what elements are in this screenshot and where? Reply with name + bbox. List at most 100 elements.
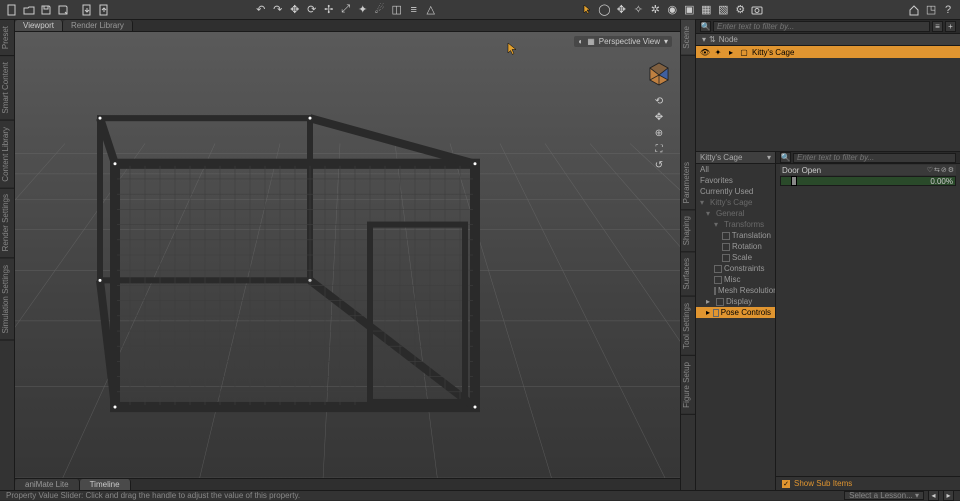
param-group-pose-controls[interactable]: ▸Pose Controls bbox=[696, 307, 775, 318]
aim-tool[interactable]: ▦ bbox=[698, 2, 714, 18]
render-settings-button[interactable]: ⚙ bbox=[732, 2, 748, 18]
camera-dropdown-icon[interactable]: ▾ bbox=[664, 37, 668, 46]
viewport[interactable]: ◐ ▦ Perspective View ▾ ⟲ ✥ ⊕ bbox=[15, 32, 680, 478]
open-file-button[interactable] bbox=[21, 2, 37, 18]
scene-tab[interactable]: Scene bbox=[681, 20, 695, 56]
active-pose-tool[interactable]: ☄ bbox=[372, 2, 388, 18]
node-select-tool[interactable]: ✥ bbox=[287, 2, 303, 18]
reset-view-button[interactable]: ↺ bbox=[652, 158, 666, 172]
param-group-misc[interactable]: Misc bbox=[696, 274, 775, 285]
parameter-slider[interactable]: 0.00% bbox=[780, 176, 956, 186]
param-group-kitty-s-cage[interactable]: ▾Kitty's Cage bbox=[696, 197, 775, 208]
param-group-constraints[interactable]: Constraints bbox=[696, 263, 775, 274]
lock-icon[interactable]: ⇆ bbox=[934, 166, 940, 174]
redo-button[interactable]: ↷ bbox=[270, 2, 286, 18]
translate-tool[interactable]: ✢ bbox=[321, 2, 337, 18]
camera-label[interactable]: Perspective View bbox=[599, 37, 660, 46]
param-group-mesh-resolution[interactable]: Mesh Resolution bbox=[696, 285, 775, 296]
save-as-button[interactable] bbox=[55, 2, 71, 18]
move-viewport-tool[interactable]: ✥ bbox=[613, 2, 629, 18]
settings-icon[interactable]: ⚙ bbox=[948, 166, 954, 174]
timeline-tab[interactable]: Timeline bbox=[80, 479, 131, 490]
frame-button[interactable]: ⛶ bbox=[652, 142, 666, 156]
expand-icon[interactable]: ▸ bbox=[726, 47, 736, 57]
eye-icon[interactable]: 👁 bbox=[700, 47, 710, 57]
camera-tool[interactable]: ▣ bbox=[681, 2, 697, 18]
scene-filter-input[interactable] bbox=[713, 21, 930, 32]
help-button[interactable]: ? bbox=[940, 2, 956, 18]
param-group-currently-used[interactable]: Currently Used bbox=[696, 186, 775, 197]
slider-handle[interactable] bbox=[791, 176, 797, 186]
import-button[interactable] bbox=[79, 2, 95, 18]
favorite-icon[interactable]: ♡ bbox=[927, 166, 933, 174]
viewport-tab[interactable]: Viewport bbox=[15, 20, 63, 31]
scene-tree: 👁 ✦ ▸ ▢ Kitty's Cage bbox=[696, 46, 960, 151]
filter-options-button[interactable]: ≡ bbox=[932, 21, 943, 32]
undo-button[interactable]: ↶ bbox=[253, 2, 269, 18]
new-file-button[interactable] bbox=[4, 2, 20, 18]
param-group-general[interactable]: ▾General bbox=[696, 208, 775, 219]
parameter-filter-input[interactable] bbox=[793, 153, 956, 163]
dolly-button[interactable]: ⊕ bbox=[652, 126, 666, 140]
save-button[interactable] bbox=[38, 2, 54, 18]
lesson-prev-button[interactable]: ◂ bbox=[928, 490, 939, 501]
screenshot-button[interactable] bbox=[749, 2, 765, 18]
universal-tool[interactable]: ✦ bbox=[355, 2, 371, 18]
search-icon[interactable]: 🔍 bbox=[780, 152, 791, 163]
viewport-controls: ⟲ ✥ ⊕ ⛶ ↺ bbox=[644, 58, 674, 172]
parameter-tree-header: Kitty's Cage bbox=[700, 153, 742, 162]
scene-node-kittys-cage[interactable]: 👁 ✦ ▸ ▢ Kitty's Cage bbox=[696, 46, 960, 58]
render-settings-tab[interactable]: Render Settings bbox=[0, 188, 14, 258]
figure-setup-tab[interactable]: Figure Setup bbox=[681, 356, 695, 415]
content-library-tab[interactable]: Content Library bbox=[0, 121, 14, 189]
rotate-tool[interactable]: ⟳ bbox=[304, 2, 320, 18]
surface-select-tool[interactable]: ◫ bbox=[389, 2, 405, 18]
animate-lite-tab[interactable]: aniMate Lite bbox=[15, 479, 80, 490]
preset-tab[interactable]: Preset bbox=[0, 20, 14, 56]
lesson-selector[interactable]: Select a Lesson... ▾ bbox=[844, 491, 924, 500]
scale-viewport-tool[interactable]: ✧ bbox=[630, 2, 646, 18]
simulation-settings-tab[interactable]: Simulation Settings bbox=[0, 259, 14, 340]
sort-icon[interactable]: ⇅ bbox=[709, 35, 716, 44]
pan-button[interactable]: ✥ bbox=[652, 110, 666, 124]
render-library-tab[interactable]: Render Library bbox=[63, 20, 133, 31]
reset-icon[interactable]: ⊘ bbox=[941, 166, 947, 174]
main-toolbar: ↶ ↷ ✥ ⟳ ✢ ⤢ ✦ ☄ ◫ ≡ △ ◯ ✥ ✧ ✲ ◉ ▣ ▦ ▧ ⚙ … bbox=[0, 0, 960, 20]
draw-style-dropdown[interactable]: ▦ bbox=[587, 37, 595, 46]
region-tool[interactable]: ◯ bbox=[596, 2, 612, 18]
show-sub-items-row[interactable]: ✓ Show Sub Items bbox=[776, 476, 960, 490]
shaping-tab[interactable]: Shaping bbox=[681, 210, 695, 252]
param-group-display[interactable]: ▸Display bbox=[696, 296, 775, 307]
render-button[interactable]: ▧ bbox=[715, 2, 731, 18]
search-icon[interactable]: 🔍 bbox=[700, 21, 711, 32]
sphere-icon[interactable]: ◐ bbox=[578, 37, 583, 46]
parameters-tab[interactable]: Parameters bbox=[681, 156, 695, 210]
align-tool[interactable]: ≡ bbox=[406, 2, 422, 18]
expand-toggle-icon[interactable]: ▾ bbox=[702, 35, 706, 44]
scale-tool[interactable]: ⤢ bbox=[338, 2, 354, 18]
home-button[interactable] bbox=[906, 2, 922, 18]
filter-add-button[interactable]: + bbox=[945, 21, 956, 32]
param-group-transforms[interactable]: ▾Transforms bbox=[696, 219, 775, 230]
param-group-favorites[interactable]: Favorites bbox=[696, 175, 775, 186]
workspace-button[interactable]: ◳ bbox=[923, 2, 939, 18]
pointer-tool[interactable] bbox=[579, 2, 595, 18]
joint-tool[interactable]: ✲ bbox=[647, 2, 663, 18]
param-group-rotation[interactable]: Rotation bbox=[696, 241, 775, 252]
spot-render-tool[interactable]: ◉ bbox=[664, 2, 680, 18]
param-group-all[interactable]: All bbox=[696, 164, 775, 175]
param-group-translation[interactable]: Translation bbox=[696, 230, 775, 241]
view-cube[interactable] bbox=[644, 58, 674, 88]
export-button[interactable] bbox=[96, 2, 112, 18]
orbit-button[interactable]: ⟲ bbox=[652, 94, 666, 108]
lesson-next-button[interactable]: ▸ bbox=[943, 490, 954, 501]
checkbox-icon[interactable]: ✓ bbox=[782, 480, 790, 488]
dropdown-icon[interactable]: ▾ bbox=[767, 153, 771, 162]
tool-settings-tab[interactable]: Tool Settings bbox=[681, 297, 695, 356]
object-icon: ▢ bbox=[739, 47, 749, 57]
smart-content-tab[interactable]: Smart Content bbox=[0, 56, 14, 121]
measure-tool[interactable]: △ bbox=[423, 2, 439, 18]
surfaces-tab[interactable]: Surfaces bbox=[681, 252, 695, 297]
bone-icon[interactable]: ✦ bbox=[713, 47, 723, 57]
param-group-scale[interactable]: Scale bbox=[696, 252, 775, 263]
